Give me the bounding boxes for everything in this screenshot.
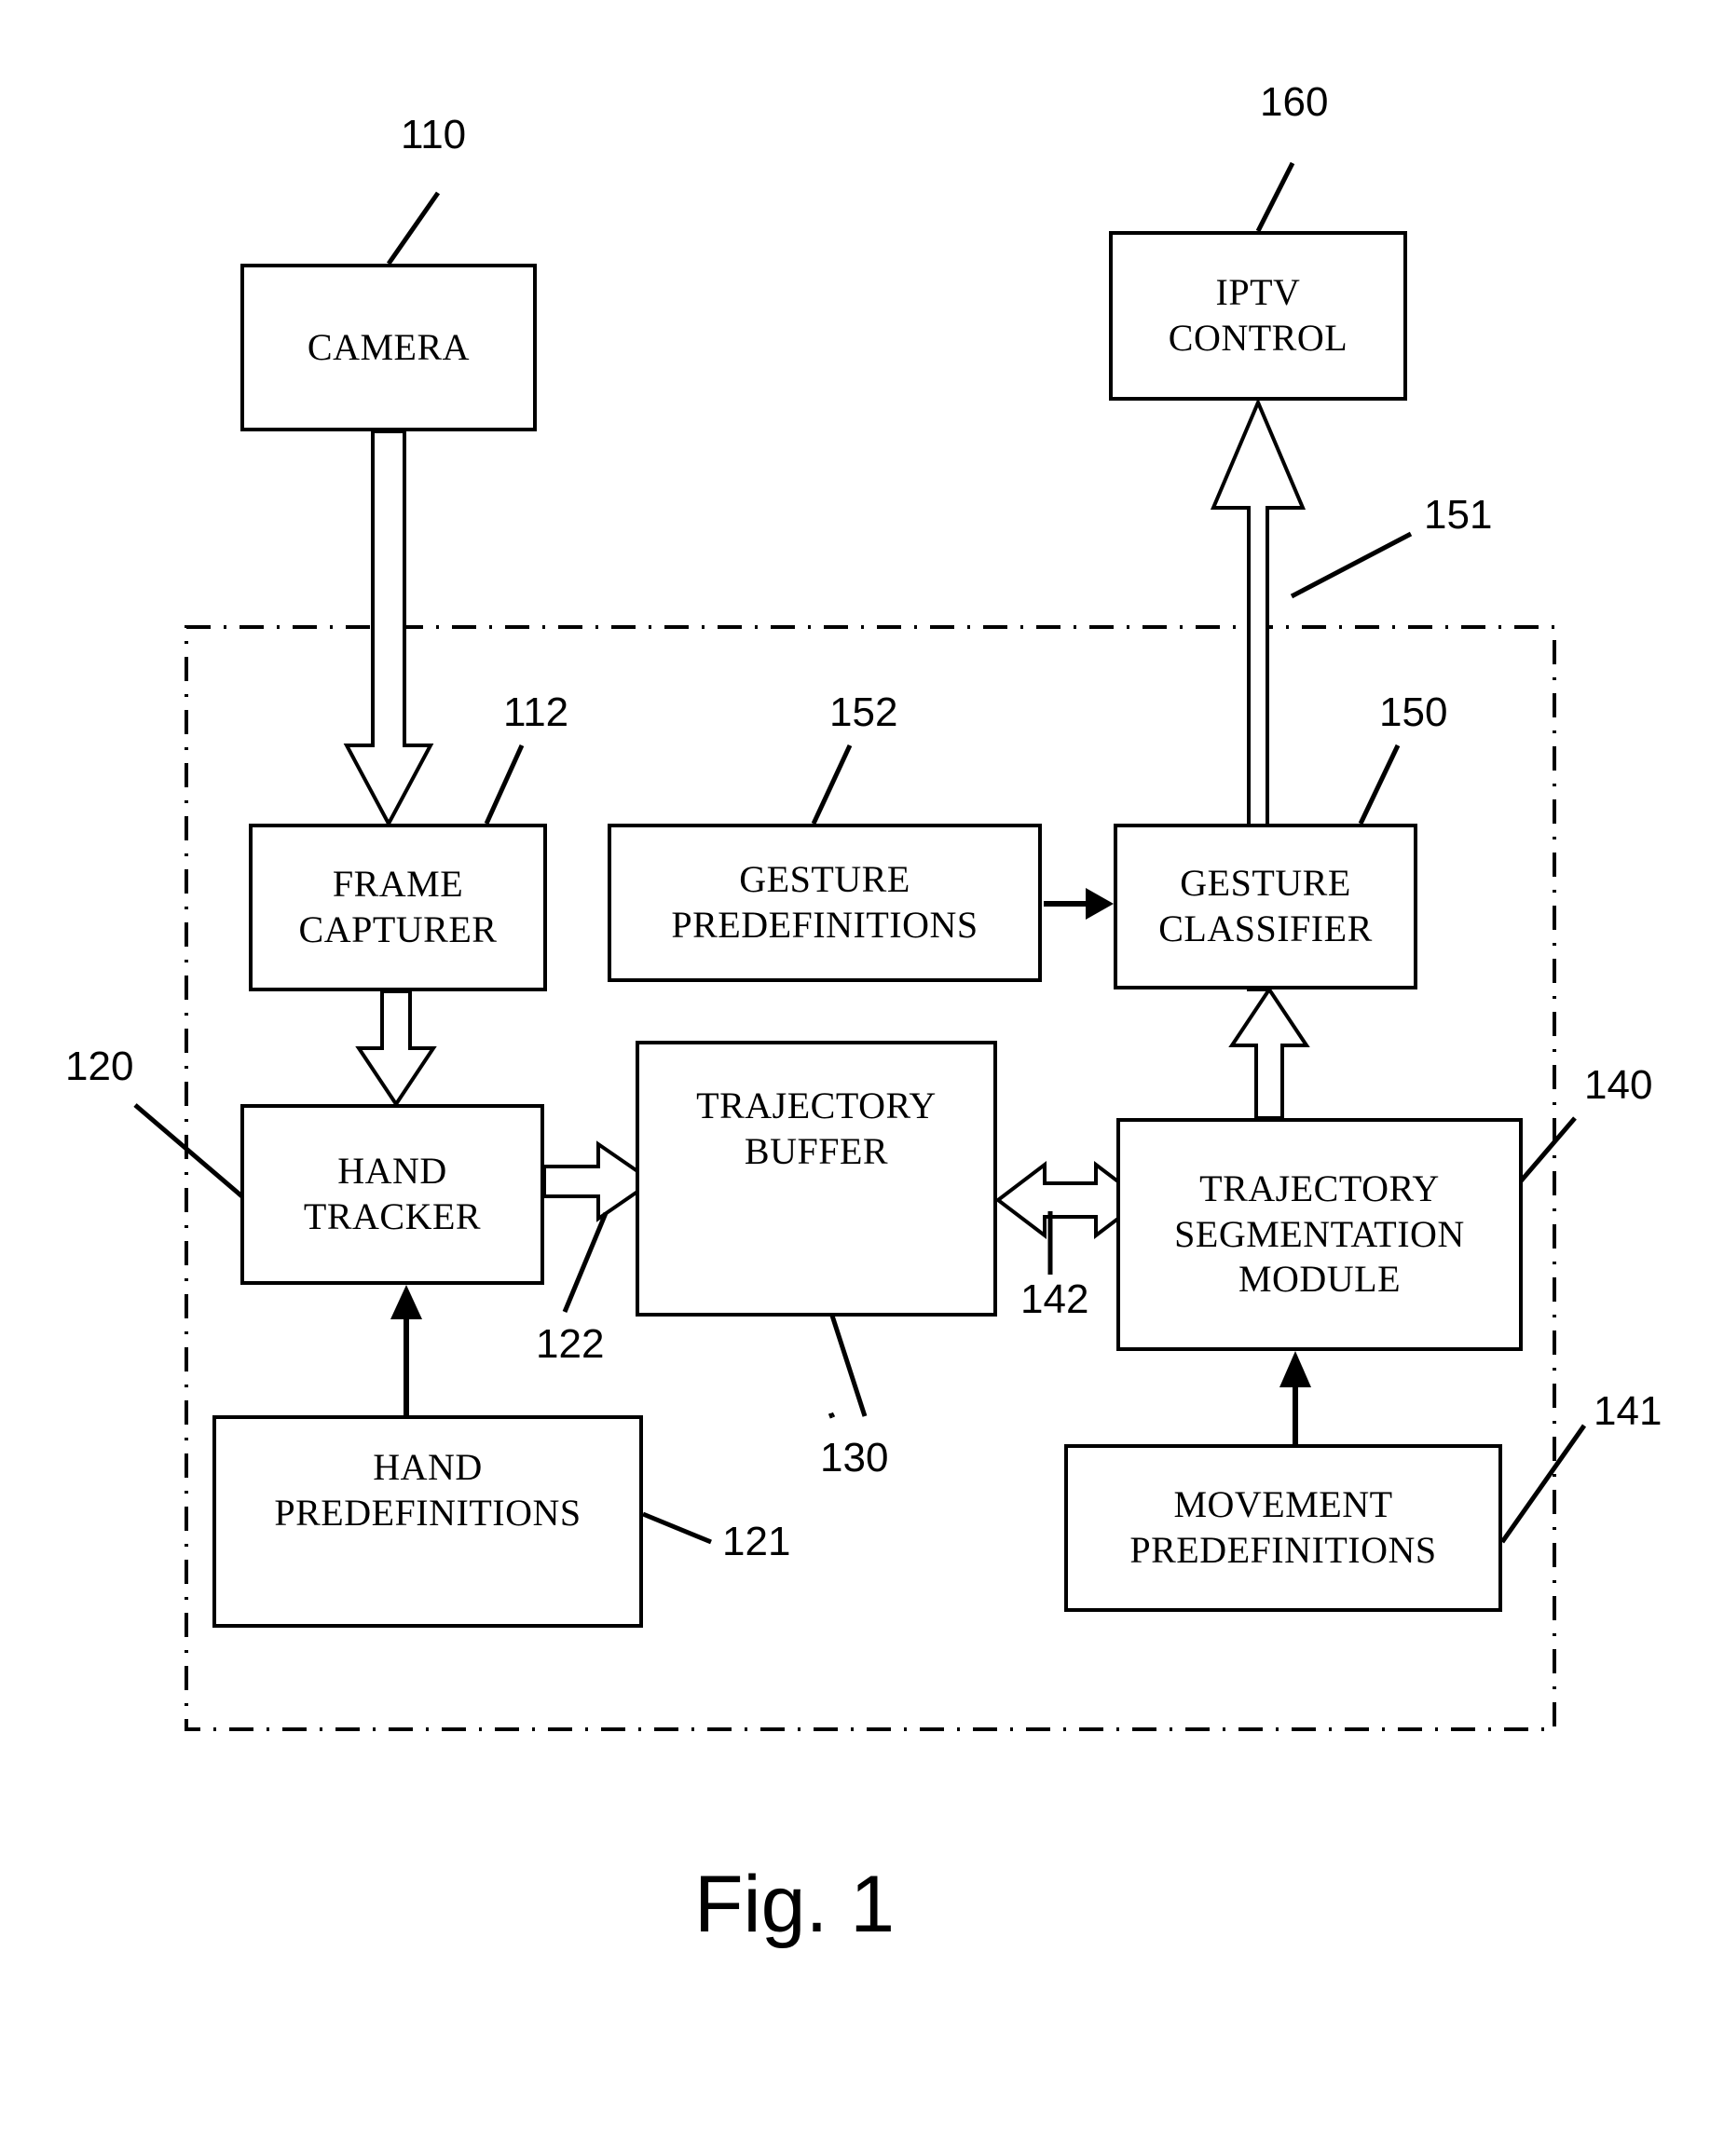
reference-number-121: 121 — [722, 1519, 790, 1565]
ref-120-text: 120 — [65, 1044, 134, 1089]
block-trajectory-segmentation-module: TRAJECTORY SEGMENTATION MODULE — [1116, 1118, 1523, 1351]
block-hand-tracker-label: HAND TRACKER — [303, 1150, 482, 1237]
ref-152-text: 152 — [829, 689, 898, 735]
ref-151-text: 151 — [1424, 492, 1493, 538]
leader-141 — [1499, 1424, 1587, 1544]
block-camera-label: CAMERA — [307, 325, 471, 368]
leader-160 — [1255, 161, 1295, 233]
patent-figure-page: CAMERA IPTV CONTROL FRAME CAPTURER GESTURE… — [0, 0, 1724, 2156]
ref-140-text: 140 — [1584, 1062, 1653, 1108]
leader-151 — [1290, 531, 1413, 599]
leader-112 — [484, 744, 525, 826]
ref-110-text: 110 — [401, 112, 467, 157]
ref-112-text: 112 — [503, 689, 569, 735]
block-gesture-predefinitions-label: GESTURE PREDEFINITIONS — [671, 858, 978, 946]
reference-number-152: 152 — [829, 689, 897, 736]
leader-150 — [1358, 744, 1401, 826]
block-trajectory-buffer-label: TRAJECTORY BUFFER — [696, 1085, 937, 1172]
leader-152 — [811, 744, 853, 826]
block-hand-predefinitions: HAND PREDEFINITIONS — [212, 1415, 643, 1628]
block-gesture-classifier: GESTURE CLASSIFIER — [1114, 824, 1417, 989]
block-trajectory-buffer: TRAJECTORY BUFFER — [636, 1041, 997, 1317]
reference-number-151: 151 — [1424, 492, 1492, 539]
ref-150-text: 150 — [1379, 689, 1448, 735]
reference-number-120: 120 — [65, 1044, 133, 1090]
reference-number-141: 141 — [1594, 1388, 1662, 1435]
leader-110 — [386, 191, 441, 266]
block-frame-capturer-label: FRAME CAPTURER — [298, 863, 498, 950]
block-frame-capturer: FRAME CAPTURER — [249, 824, 547, 991]
leader-130-main — [830, 1412, 836, 1418]
reference-number-160: 160 — [1260, 79, 1328, 126]
hand-predefs-to-hand-tracker-arrowhead — [390, 1285, 422, 1319]
block-iptv-control: IPTV CONTROL — [1109, 231, 1407, 401]
ref-142-text: 142 — [1020, 1276, 1089, 1322]
block-trajectory-segmentation-module-label: TRAJECTORY SEGMENTATION MODULE — [1174, 1167, 1465, 1301]
block-gesture-classifier-label: GESTURE CLASSIFIER — [1158, 862, 1373, 949]
ref-160-text: 160 — [1260, 79, 1329, 125]
block-movement-predefinitions-label: MOVEMENT PREDEFINITIONS — [1129, 1483, 1437, 1571]
reference-number-130: 130 — [820, 1435, 888, 1481]
movement-predefs-to-segmentation-arrowhead — [1279, 1351, 1311, 1387]
block-movement-predefinitions: MOVEMENT PREDEFINITIONS — [1064, 1444, 1502, 1612]
block-iptv-control-label: IPTV CONTROL — [1168, 271, 1348, 359]
leader-120 — [133, 1103, 246, 1200]
predefs-to-classifier-arrowhead — [1086, 888, 1114, 920]
leader-121 — [642, 1511, 712, 1545]
block-gesture-predefinitions: GESTURE PREDEFINITIONS — [608, 824, 1042, 982]
reference-number-122: 122 — [536, 1321, 604, 1368]
segmentation-to-classifier-arrow — [1228, 986, 1310, 1120]
leader-122 — [562, 1212, 609, 1313]
ref-141-text: 141 — [1594, 1388, 1662, 1434]
block-camera: CAMERA — [240, 264, 537, 431]
reference-number-150: 150 — [1379, 689, 1447, 736]
reference-number-112: 112 — [503, 689, 568, 736]
figure-caption-text: Fig. 1 — [694, 1860, 896, 1949]
ref-122-text: 122 — [536, 1321, 605, 1367]
figure-caption: Fig. 1 — [694, 1859, 895, 1951]
ref-130-text: 130 — [820, 1435, 889, 1481]
reference-number-140: 140 — [1584, 1062, 1652, 1109]
reference-number-142: 142 — [1020, 1276, 1088, 1323]
leader-130-actual — [828, 1412, 833, 1419]
frame-capturer-to-hand-tracker-arrow — [355, 989, 437, 1108]
ref-121-text: 121 — [722, 1519, 791, 1564]
block-hand-predefinitions-label: HAND PREDEFINITIONS — [274, 1446, 582, 1534]
block-hand-tracker: HAND TRACKER — [240, 1104, 544, 1285]
leader-130-final — [829, 1315, 868, 1417]
reference-number-110: 110 — [401, 112, 466, 158]
